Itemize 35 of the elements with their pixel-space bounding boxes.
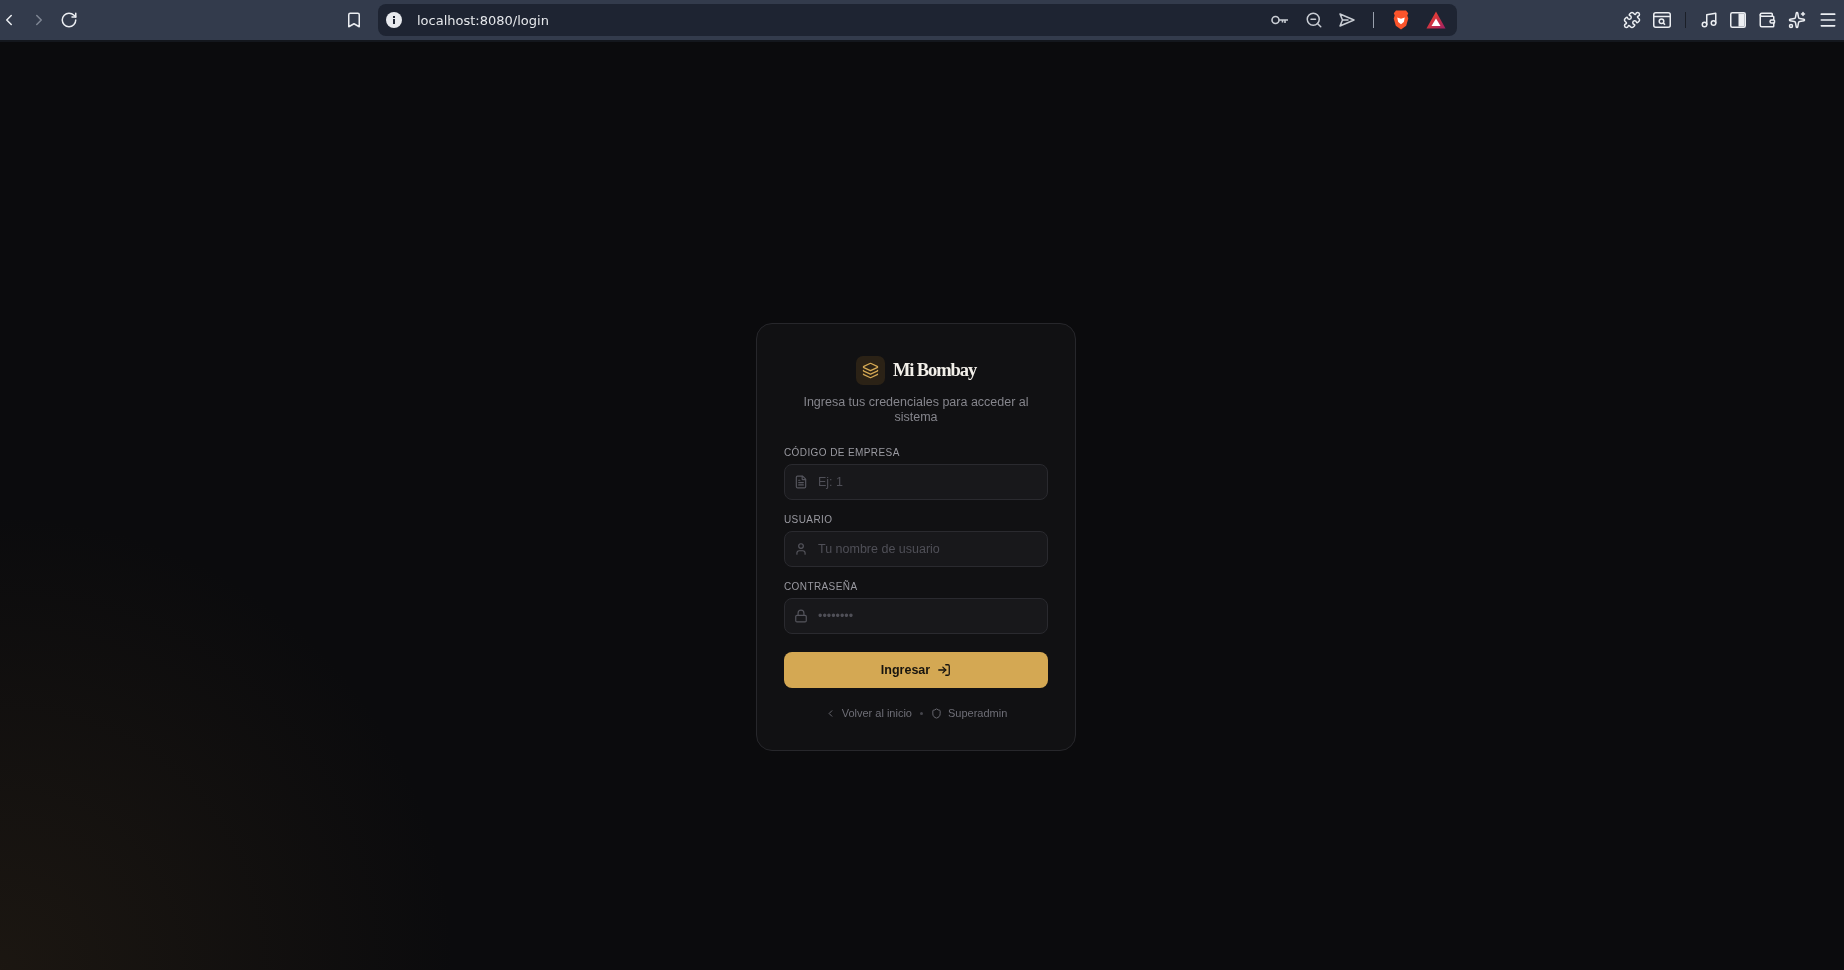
menu-icon[interactable]	[1818, 10, 1838, 30]
company-code-input[interactable]: Ej: 1	[784, 464, 1048, 500]
subtitle-text: Ingresa tus credenciales para acceder al sistema	[802, 395, 1030, 425]
lion-shield-icon[interactable]	[1392, 10, 1410, 30]
password-input[interactable]: ••••••••	[784, 598, 1048, 634]
user-icon	[794, 542, 808, 556]
triangle-logo-icon[interactable]	[1426, 11, 1446, 29]
login-button[interactable]: Ingresar	[784, 652, 1048, 688]
back-link[interactable]: Volver al inicio	[824, 706, 912, 720]
bookmark-icon[interactable]	[345, 11, 363, 29]
puzzle-icon[interactable]	[1623, 11, 1641, 29]
sparkle-icon[interactable]	[1788, 11, 1806, 29]
shield-icon	[931, 707, 942, 719]
info-icon[interactable]	[386, 12, 402, 28]
send-icon[interactable]	[1339, 13, 1355, 27]
separator-dot-icon	[920, 711, 923, 715]
sidebar-icon[interactable]	[1730, 12, 1746, 28]
superadmin-link[interactable]: Superadmin	[931, 706, 1008, 720]
document-icon	[794, 475, 808, 489]
field-label: USUARIO	[784, 514, 833, 526]
sign-in-icon	[937, 663, 952, 677]
key-icon[interactable]	[1271, 15, 1289, 25]
brand-name: Mi Bombay	[892, 361, 977, 380]
window-search-icon[interactable]	[1653, 12, 1671, 28]
field-label: CONTRASEÑA	[784, 581, 858, 593]
music-icon[interactable]	[1700, 11, 1718, 29]
reload-icon[interactable]	[60, 11, 78, 29]
lock-icon	[794, 609, 808, 623]
field-label: CÓDIGO DE EMPRESA	[784, 447, 900, 459]
zoom-out-icon[interactable]	[1305, 11, 1323, 29]
layers-icon	[855, 356, 885, 385]
wallet-icon[interactable]	[1758, 11, 1776, 29]
username-input[interactable]: Tu nombre de usuario	[784, 531, 1048, 567]
url-text: localhost:8080/login	[417, 12, 549, 28]
address-bar[interactable]: localhost:8080/login	[378, 4, 1457, 36]
